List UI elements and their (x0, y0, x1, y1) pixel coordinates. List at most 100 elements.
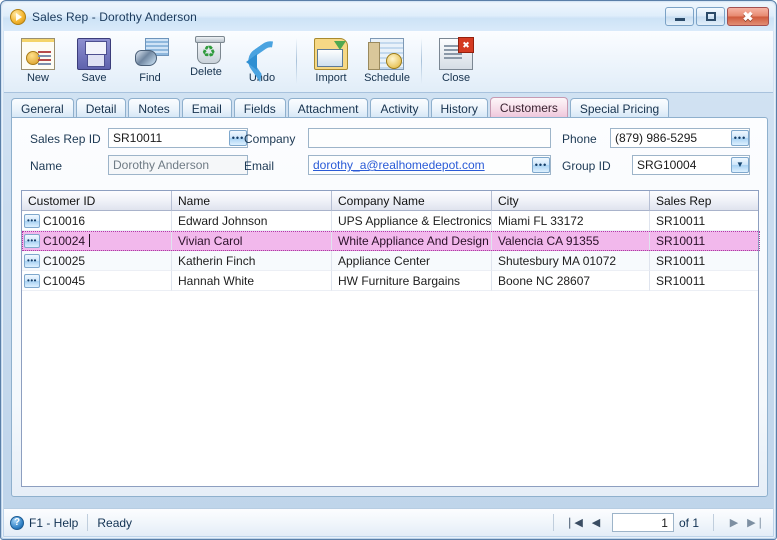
tab-fields[interactable]: Fields (233, 98, 286, 118)
first-record-button[interactable]: ❘◀ (563, 513, 585, 533)
customers-grid[interactable]: Customer ID Name Company Name City Sales… (21, 190, 760, 487)
ellipsis-icon: ••• (534, 159, 548, 170)
application-window: Sales Rep - Dorothy Anderson ✖ New Save … (0, 0, 777, 540)
row-detail-icon[interactable]: ••• (24, 213, 40, 228)
customer-id-value: C10025 (43, 253, 86, 268)
row-detail-icon[interactable]: ••• (24, 273, 40, 288)
table-row[interactable]: ••• C10025 Katherin Finch Appliance Cent… (22, 251, 758, 271)
row-detail-icon[interactable]: ••• (24, 233, 40, 248)
cell-customer-id[interactable]: ••• C10025 (22, 251, 172, 271)
cell-sales-rep[interactable]: SR10011 (650, 271, 758, 291)
table-row[interactable]: ••• C10016 Edward Johnson UPS Appliance … (22, 211, 758, 231)
cell-name[interactable]: Hannah White (172, 271, 332, 291)
tab-activity[interactable]: Activity (370, 98, 429, 118)
floppy-disk-icon (77, 38, 111, 70)
ellipsis-icon: ••• (231, 132, 245, 143)
column-header-company-name[interactable]: Company Name (332, 191, 492, 211)
sales-rep-id-input[interactable]: SR10011 (108, 128, 248, 148)
company-input[interactable] (308, 128, 551, 148)
tab-customers[interactable]: Customers (489, 97, 568, 118)
minimize-button[interactable] (665, 7, 694, 26)
tab-email[interactable]: Email (181, 98, 232, 118)
cell-city[interactable]: Miami FL 33172 (492, 211, 650, 231)
undo-arrow-icon (245, 38, 279, 70)
close-button[interactable]: Close (428, 35, 484, 89)
previous-record-button[interactable]: ◀ (585, 513, 607, 533)
help-label[interactable]: F1 - Help (29, 516, 78, 530)
toolbar-separator-1 (296, 38, 297, 84)
tab-detail[interactable]: Detail (75, 98, 127, 118)
nav-separator-right (713, 514, 714, 531)
group-id-dropdown-button[interactable]: ▼ (731, 157, 749, 173)
import-button[interactable]: Import (303, 35, 359, 89)
cell-company-name[interactable]: HW Furniture Bargains (332, 271, 492, 291)
tab-label: Fields (243, 101, 276, 116)
sales-rep-id-label: Sales Rep ID (30, 132, 101, 146)
cell-customer-id[interactable]: ••• C10024 (22, 231, 172, 251)
last-record-button[interactable]: ▶❘ (745, 513, 767, 533)
tab-history[interactable]: History (430, 98, 488, 118)
cell-customer-id[interactable]: ••• C10016 (22, 211, 172, 231)
cell-city[interactable]: Shutesbury MA 01072 (492, 251, 650, 271)
table-row-selected[interactable]: ••• C10024 Vivian Carol White Appliance … (22, 231, 758, 251)
email-lookup-button[interactable]: ••• (532, 157, 550, 173)
cell-name[interactable]: Edward Johnson (172, 211, 332, 231)
email-value[interactable]: dorothy_a@realhomedepot.com (313, 158, 485, 172)
cell-sales-rep[interactable]: SR10011 (650, 251, 758, 271)
customer-id-value: C10024 (43, 233, 86, 248)
delete-button-label: Delete (190, 66, 222, 78)
customer-id-value: C10045 (43, 273, 86, 288)
find-button[interactable]: Find (122, 35, 178, 89)
cell-city[interactable]: Valencia CA 91355 (492, 231, 650, 251)
tab-notes[interactable]: Notes (128, 98, 180, 118)
cell-company-name[interactable]: White Appliance And Design Cen (332, 231, 492, 251)
phone-lookup-button[interactable]: ••• (731, 130, 749, 146)
cell-city[interactable]: Boone NC 28607 (492, 271, 650, 291)
tab-label: Attachment (297, 101, 359, 116)
main-toolbar: New Save Find Delete Undo Import Schedul… (4, 31, 773, 93)
phone-input[interactable]: (879) 986-5295 (610, 128, 750, 148)
undo-button[interactable]: Undo (234, 35, 290, 89)
delete-button[interactable]: Delete (178, 35, 234, 89)
customer-id-value: C10016 (43, 213, 86, 228)
page-number-input[interactable]: 1 (611, 513, 674, 532)
tab-general[interactable]: General (11, 98, 74, 118)
next-record-button[interactable]: ▶ (723, 513, 745, 533)
cell-company-name[interactable]: Appliance Center (332, 251, 492, 271)
save-button[interactable]: Save (66, 35, 122, 89)
question-help-icon[interactable]: ? (10, 515, 24, 530)
minimize-icon (674, 18, 685, 21)
cell-company-name[interactable]: UPS Appliance & Electronics (332, 211, 492, 231)
cell-customer-id[interactable]: ••• C10045 (22, 271, 172, 291)
ellipsis-icon: ••• (733, 132, 747, 143)
tab-label: Detail (85, 101, 117, 116)
tab-label: Special Pricing (579, 101, 660, 116)
cell-name[interactable]: Vivian Carol (172, 231, 332, 251)
customers-panel: Sales Rep ID SR10011 ••• Company Phone (… (11, 117, 768, 497)
cell-name[interactable]: Katherin Finch (172, 251, 332, 271)
tab-attachment[interactable]: Attachment (287, 98, 369, 118)
status-bar: ? F1 - Help Ready ❘◀ ◀ 1 of 1 ▶ ▶❘ (4, 508, 773, 536)
schedule-button[interactable]: Schedule (359, 35, 415, 89)
column-header-name[interactable]: Name (172, 191, 332, 211)
page-count-label: of 1 (678, 515, 699, 530)
column-header-sales-rep[interactable]: Sales Rep (650, 191, 758, 211)
save-button-label: Save (81, 72, 107, 84)
tab-special-pricing[interactable]: Special Pricing (569, 98, 670, 118)
binoculars-icon (133, 38, 169, 70)
new-button[interactable]: New (10, 35, 66, 89)
text-cursor (89, 234, 91, 247)
new-record-icon (21, 38, 55, 70)
new-button-label: New (26, 72, 49, 84)
cell-sales-rep[interactable]: SR10011 (650, 231, 758, 251)
column-header-customer-id[interactable]: Customer ID (22, 191, 172, 211)
maximize-button[interactable] (696, 7, 725, 26)
find-button-label: Find (139, 72, 161, 84)
column-header-city[interactable]: City (492, 191, 650, 211)
cell-sales-rep[interactable]: SR10011 (650, 211, 758, 231)
close-window-button[interactable]: ✖ (727, 7, 769, 26)
table-row[interactable]: ••• C10045 Hannah White HW Furniture Bar… (22, 271, 758, 291)
email-input[interactable]: dorothy_a@realhomedepot.com (308, 155, 551, 175)
row-detail-icon[interactable]: ••• (24, 253, 40, 268)
import-button-label: Import (315, 72, 347, 84)
